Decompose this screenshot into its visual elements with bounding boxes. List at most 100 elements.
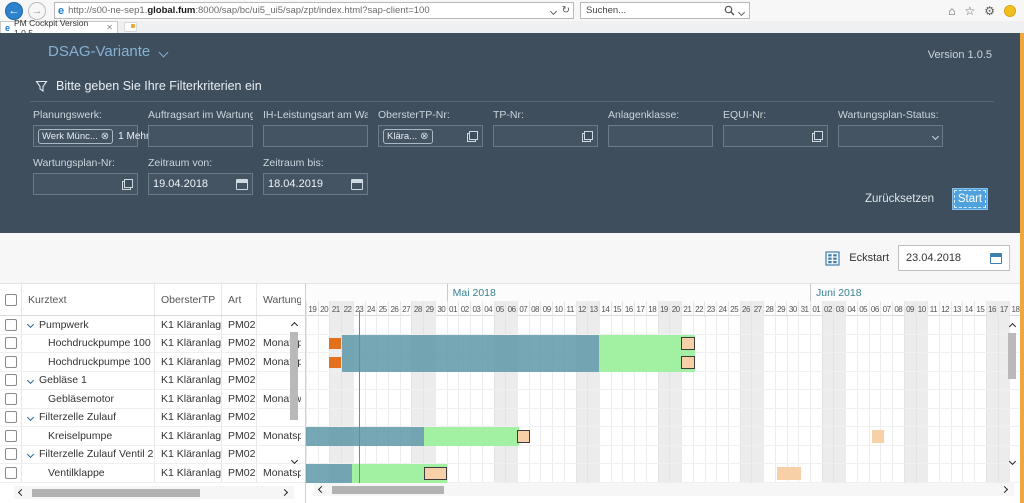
expand-chevron-icon[interactable] <box>27 451 34 458</box>
table-row[interactable]: PumpwerkK1 Kläranlage...PM02 <box>0 316 305 335</box>
scrollbar-thumb[interactable] <box>290 332 298 420</box>
gantt-bar-orange[interactable] <box>329 357 340 368</box>
variant-selector[interactable]: DSAG-Variante <box>48 43 167 60</box>
table-row[interactable]: Filterzelle ZulaufK1 Kläranlage...PM02 <box>0 409 305 428</box>
feedback-smiley-icon[interactable] <box>1004 5 1016 17</box>
wartungsplan-nr-input[interactable] <box>33 173 138 195</box>
table-row[interactable]: Gebläse 1K1 Kläranlage...PM02 <box>0 372 305 391</box>
planungswerk-input[interactable]: Werk Münc...⊗1 Mehr <box>33 125 138 147</box>
expand-chevron-icon[interactable] <box>27 414 34 421</box>
browser-address-bar[interactable]: e http://s00-ne-sep1.global.fum:8000/sap… <box>54 2 574 19</box>
filter-actions: Zurücksetzen Start <box>865 188 988 210</box>
gantt-bar-peach[interactable] <box>872 430 884 443</box>
gantt-vertical-scrollbar[interactable] <box>1006 319 1018 469</box>
table-vertical-scrollbar[interactable] <box>288 316 300 466</box>
browser-search-box[interactable]: Suchen... <box>580 2 750 19</box>
gantt-bar-teal[interactable] <box>306 427 424 446</box>
scroll-left-icon[interactable] <box>314 483 326 495</box>
start-button[interactable]: Start <box>952 188 988 210</box>
browser-tab[interactable]: e PM Cockpit Version 1.0.5 ✕ <box>0 21 118 33</box>
scroll-left-icon[interactable] <box>14 486 26 498</box>
scroll-right-icon[interactable] <box>1000 483 1012 495</box>
row-checkbox[interactable] <box>5 467 17 479</box>
gantt-bar-boxed[interactable] <box>681 337 695 350</box>
zeitraum-von-input[interactable]: 19.04.2018 <box>148 173 253 195</box>
table-row[interactable]: GebläsemotorK1 Kläranlage...PM02Monatswa <box>0 390 305 409</box>
scrollbar-thumb[interactable] <box>332 486 444 494</box>
table-grid-icon[interactable] <box>825 251 840 266</box>
reset-button[interactable]: Zurücksetzen <box>865 193 934 205</box>
table-row[interactable]: VentilklappeK1 Kläranlage...PM02Monatspr… <box>0 464 305 483</box>
table-row[interactable]: Filterzelle Zulauf Ventil 2K1 Kläranlage… <box>0 446 305 465</box>
value-help-icon[interactable] <box>122 179 133 190</box>
gantt-bar-boxed[interactable] <box>424 467 447 480</box>
new-tab-button[interactable] <box>124 22 137 32</box>
gantt-horizontal-scrollbar[interactable] <box>314 483 1014 496</box>
table-row[interactable]: Hochdruckpumpe 100 bar - 2K1 Kläranlage.… <box>0 353 305 372</box>
scroll-up-icon[interactable] <box>288 318 300 330</box>
search-placeholder: Suchen... <box>586 5 626 16</box>
calendar-icon[interactable] <box>236 179 248 190</box>
select-all-checkbox[interactable] <box>5 294 17 306</box>
ih-leistungsart-input[interactable] <box>263 125 368 147</box>
expand-chevron-icon[interactable] <box>27 321 34 328</box>
gantt-bar-orange[interactable] <box>329 338 340 349</box>
favorites-icon[interactable]: ☆ <box>964 4 975 18</box>
gantt-bar-boxed[interactable] <box>517 430 530 443</box>
scroll-down-icon[interactable] <box>288 456 300 468</box>
scroll-down-icon[interactable] <box>1006 457 1018 469</box>
auftragsart-im-wartungsplan-input[interactable] <box>148 125 253 147</box>
row-checkbox[interactable] <box>5 319 17 331</box>
search-icon[interactable] <box>724 5 735 16</box>
column-header-oberstertp[interactable]: ObersterTP <box>155 284 222 315</box>
column-header-kurztext[interactable]: Kurztext <box>22 284 155 315</box>
tp-nr-input[interactable] <box>493 125 598 147</box>
row-checkbox[interactable] <box>5 374 17 386</box>
row-checkbox[interactable] <box>5 356 17 368</box>
row-checkbox[interactable] <box>5 448 17 460</box>
row-checkbox[interactable] <box>5 393 17 405</box>
wartungsplan-status-input[interactable] <box>838 125 943 147</box>
table-row[interactable]: KreiselpumpeK1 Kläranlage...PM02Monatspr… <box>0 427 305 446</box>
gantt-bar-teal[interactable] <box>342 335 599 354</box>
row-checkbox[interactable] <box>5 337 17 349</box>
scroll-right-icon[interactable] <box>280 486 292 498</box>
gantt-bar-teal[interactable] <box>342 353 599 372</box>
calendar-icon[interactable] <box>351 179 363 190</box>
tab-close-icon[interactable]: ✕ <box>106 23 113 32</box>
token-remove-icon[interactable]: ⊗ <box>101 131 109 142</box>
row-checkbox[interactable] <box>5 411 17 423</box>
home-icon[interactable]: ⌂ <box>948 4 955 18</box>
gantt-bar-peach[interactable] <box>777 467 800 480</box>
gantt-bar-boxed[interactable] <box>681 356 695 369</box>
filter-token[interactable]: Klära...⊗ <box>383 129 433 144</box>
equi-nr-input[interactable] <box>723 125 828 147</box>
search-dropdown-icon[interactable] <box>738 9 745 16</box>
scrollbar-thumb[interactable] <box>1008 333 1016 379</box>
table-horizontal-scrollbar[interactable] <box>14 486 294 499</box>
table-row[interactable]: Hochdruckpumpe 100 bar - 1K1 Kläranlage.… <box>0 335 305 354</box>
filter-token[interactable]: Werk Münc...⊗ <box>38 129 113 144</box>
gantt-bar-green[interactable] <box>424 427 519 446</box>
refresh-icon[interactable]: ↻ <box>562 5 570 16</box>
row-checkbox[interactable] <box>5 430 17 442</box>
column-header-wartungs[interactable]: Wartungs <box>257 284 301 315</box>
scroll-up-icon[interactable] <box>1006 319 1018 331</box>
column-header-art[interactable]: Art <box>222 284 257 315</box>
token-remove-icon[interactable]: ⊗ <box>420 131 428 142</box>
value-help-icon[interactable] <box>467 131 478 142</box>
value-help-icon[interactable] <box>812 131 823 142</box>
expand-chevron-icon[interactable] <box>27 377 34 384</box>
anlagenklasse-input[interactable] <box>608 125 713 147</box>
settings-gear-icon[interactable]: ⚙ <box>984 4 995 18</box>
zeitraum-bis-input[interactable]: 18.04.2019 <box>263 173 368 195</box>
more-tokens-link[interactable]: 1 Mehr <box>118 131 149 142</box>
autocomplete-dropdown-icon[interactable] <box>550 8 557 15</box>
oberster-tp-nr-input[interactable]: Klära...⊗ <box>378 125 483 147</box>
gantt-bar-teal[interactable] <box>306 464 352 483</box>
scrollbar-thumb[interactable] <box>32 489 200 497</box>
value-help-icon[interactable] <box>582 131 593 142</box>
calendar-icon[interactable] <box>990 253 1002 264</box>
browser-action-icons: ⌂ ☆ ⚙ <box>948 4 1016 18</box>
eckstart-date-input[interactable]: 23.04.2018 <box>898 245 1010 271</box>
